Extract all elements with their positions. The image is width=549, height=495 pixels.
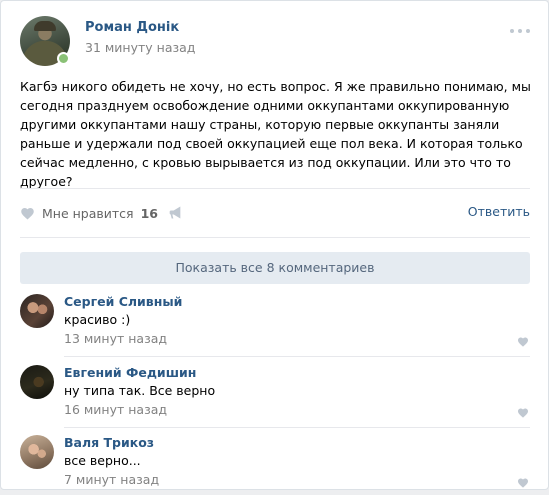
heart-icon[interactable] [517, 403, 529, 422]
show-all-comments-button[interactable]: Показать все 8 комментариев [20, 252, 530, 284]
megaphone-share-icon[interactable] [169, 205, 185, 224]
comment-avatar[interactable] [20, 365, 54, 399]
comment-item: Валя Трикоз все верно... 7 минут назад [20, 435, 530, 495]
post-actions: Мне нравится 16 Ответить [20, 204, 530, 222]
heart-icon [20, 206, 35, 220]
comment-time[interactable]: 7 минут назад [64, 472, 159, 487]
comment-author[interactable]: Валя Трикоз [64, 435, 154, 450]
comment-time[interactable]: 13 минут назад [64, 331, 167, 346]
comments-divider [20, 237, 530, 238]
post-author-name[interactable]: Роман Донік [85, 20, 179, 35]
heart-icon[interactable] [517, 473, 529, 492]
like-count: 16 [140, 205, 158, 221]
like-label: Мне нравится [42, 205, 134, 221]
comment-avatar[interactable] [20, 435, 54, 469]
post-header: Роман Донік 31 минуту назад [20, 16, 530, 66]
avatar-cap [34, 21, 56, 31]
comment-avatar[interactable] [20, 294, 54, 328]
post-card: Роман Донік 31 минуту назад Кагбэ никого… [0, 0, 549, 490]
post-time[interactable]: 31 минуту назад [85, 40, 195, 55]
reply-link[interactable]: Ответить [468, 204, 530, 219]
comment-time[interactable]: 16 минут назад [64, 402, 167, 417]
comment-author[interactable]: Сергей Сливный [64, 294, 182, 309]
post-text: Кагбэ никого обидеть не хочу, но есть во… [20, 79, 531, 189]
post-divider [20, 188, 530, 189]
more-dots-icon[interactable] [510, 26, 530, 36]
comment-divider [64, 356, 530, 357]
comment-item: Сергей Сливный красиво :) 13 минут назад [20, 294, 530, 354]
comment-author[interactable]: Евгений Федишин [64, 365, 196, 380]
comment-text: красиво :) [64, 312, 131, 327]
comment-text: ну типа так. Все верно [64, 383, 216, 398]
comment-divider [64, 427, 530, 428]
heart-icon[interactable] [517, 332, 529, 351]
like-button[interactable]: Мне нравится 16 [20, 204, 158, 222]
comment-item: Евгений Федишин ну типа так. Все верно 1… [20, 365, 530, 425]
online-indicator [57, 52, 70, 65]
comment-text: все верно... [64, 453, 141, 468]
